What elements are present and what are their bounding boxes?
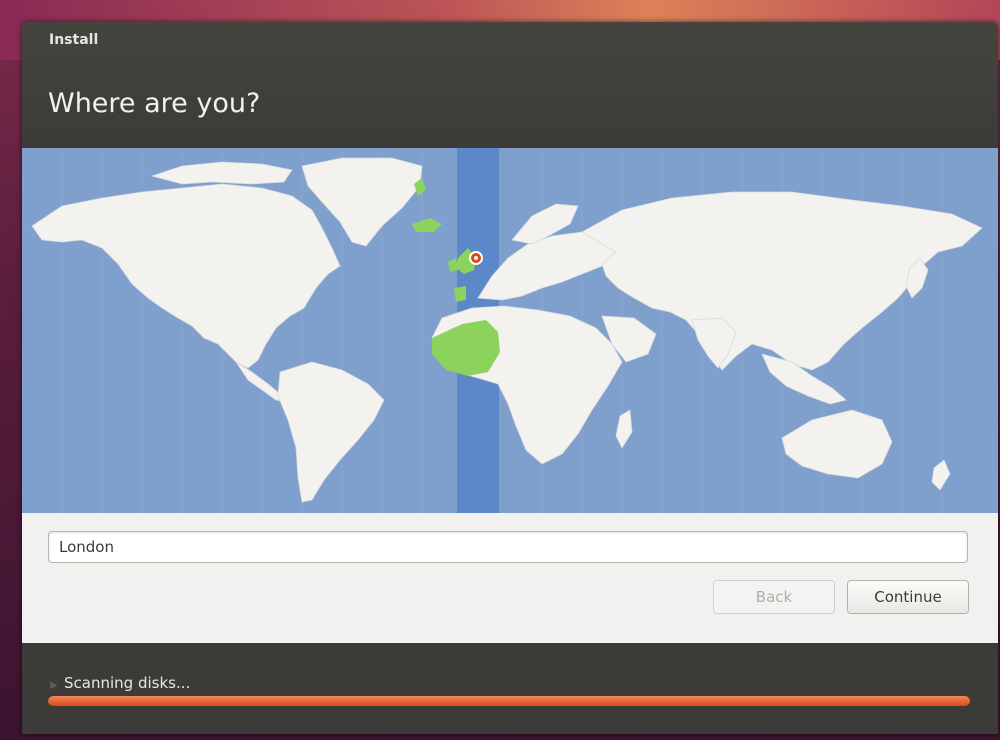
- window-title: Install: [49, 32, 99, 48]
- location-panel: Back Continue: [22, 513, 998, 643]
- window-header: Install Where are you?: [22, 22, 998, 148]
- progress-fill: [48, 696, 970, 706]
- progress-bar: [48, 696, 970, 706]
- page-title: Where are you?: [48, 88, 261, 119]
- status-bar: ▶ Scanning disks...: [22, 643, 998, 734]
- world-map-svg[interactable]: [22, 148, 998, 513]
- timezone-map[interactable]: [22, 148, 998, 513]
- highlight-portugal: [454, 286, 466, 302]
- city-input[interactable]: [48, 531, 968, 563]
- installer-window: Install Where are you? London Back Conti…: [22, 22, 998, 734]
- expander-arrow-icon[interactable]: ▶: [50, 680, 58, 691]
- back-button[interactable]: Back: [713, 580, 835, 614]
- status-text: Scanning disks...: [64, 674, 191, 692]
- continue-button[interactable]: Continue: [847, 580, 969, 614]
- location-pin-icon[interactable]: [469, 251, 483, 265]
